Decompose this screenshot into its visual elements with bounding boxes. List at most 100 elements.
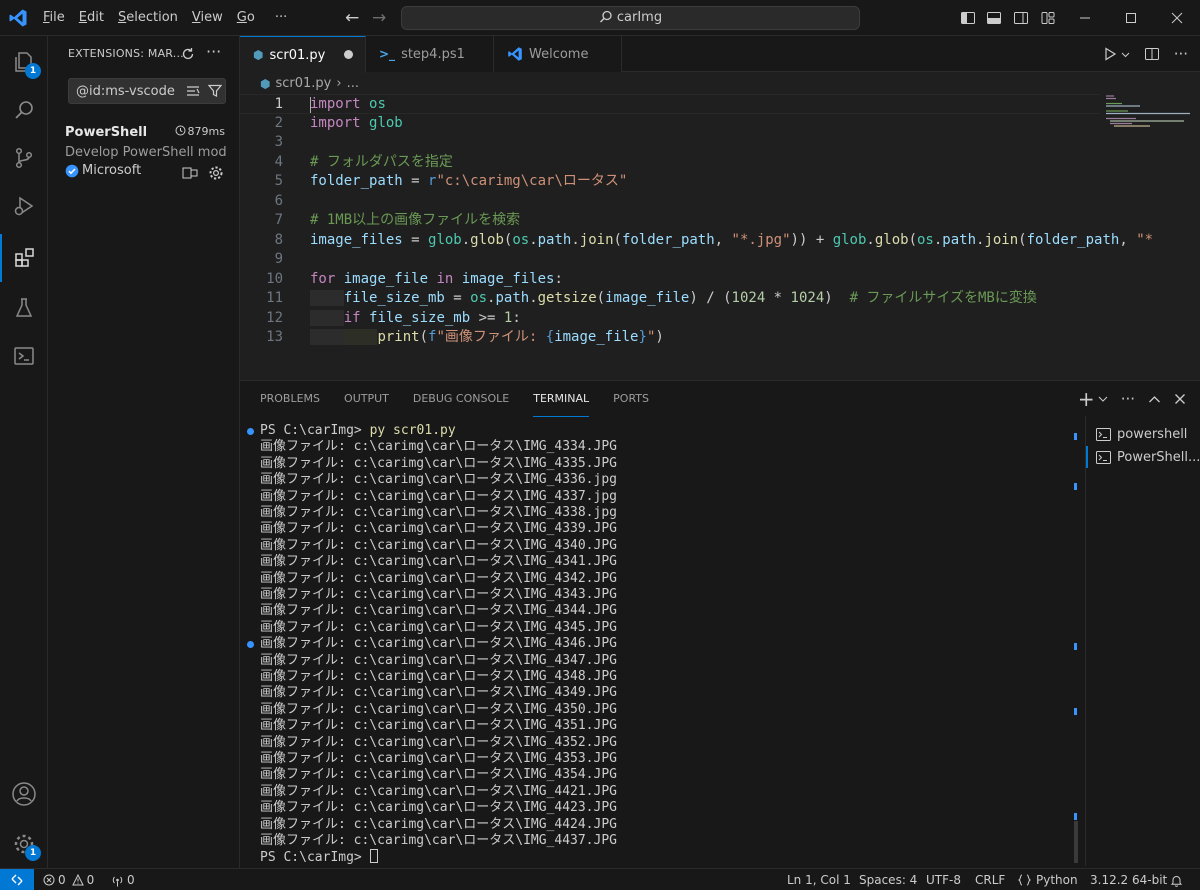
tab-step4-ps1[interactable]: >_ step4.ps1 [366, 36, 494, 72]
code-line[interactable]: 12 if file_size_mb >= 1: [240, 309, 1100, 329]
code-line[interactable]: 13 print(f"画像ファイル: {image_file}") [240, 328, 1100, 348]
vscode-logo-icon[interactable] [8, 8, 28, 28]
code-line[interactable]: 10 for image_file in image_files: [240, 270, 1100, 290]
menu-more-icon[interactable]: ··· [268, 0, 294, 36]
code-token: glob [470, 231, 504, 248]
python-interpreter[interactable]: 3.12.2 64-bit [1090, 869, 1167, 890]
output-prefix: 画像ファイル: c:\carimg\car\ロータス\ [260, 505, 524, 520]
code-line[interactable]: 3 [240, 133, 1100, 153]
accounts-button[interactable] [0, 770, 48, 818]
terminal-list-item-powershell[interactable]: powershell [1086, 423, 1200, 445]
manage-extension-gear-icon[interactable] [208, 165, 224, 181]
cursor-position[interactable]: Ln 1, Col 1 [787, 869, 851, 890]
terminal-output[interactable]: PS C:\carImg> py scr01.py 画像ファイル: c:\cari… [240, 423, 1080, 865]
run-python-icon[interactable] [1103, 47, 1117, 61]
tab-welcome[interactable]: Welcome [494, 36, 622, 72]
extension-list-item[interactable]: PowerShell 879ms Develop PowerShell mod.… [48, 120, 239, 180]
source-control-button[interactable] [0, 134, 48, 182]
run-debug-button[interactable] [0, 182, 48, 230]
more-actions-icon[interactable]: ··· [206, 42, 221, 61]
forward-arrow-icon[interactable]: → [372, 9, 386, 27]
remote-indicator-icon[interactable] [182, 167, 198, 179]
encoding-status[interactable]: UTF-8 [926, 869, 961, 890]
code-line[interactable]: 7 # 1MB以上の画像ファイルを検索 [240, 211, 1100, 231]
extensions-button[interactable] [0, 234, 48, 282]
code-line[interactable]: 8 image_files = glob.glob(os.path.join(fo… [240, 231, 1153, 251]
code-token: glob [832, 231, 867, 248]
terminal-dropdown-chevron-icon[interactable] [1098, 394, 1108, 404]
split-editor-icon[interactable] [1144, 46, 1160, 62]
toggle-panel-icon[interactable] [986, 10, 1002, 26]
menu-item-0[interactable]: File [36, 0, 72, 36]
search-view-button[interactable] [0, 86, 48, 134]
code-line[interactable]: 11 file_size_mb = os.path.getsize(image_… [240, 289, 1100, 309]
tab-debug-console[interactable]: DEBUG CONSOLE [413, 381, 509, 417]
close-panel-icon[interactable] [1174, 393, 1186, 405]
menu-item-3[interactable]: View [185, 0, 230, 36]
back-arrow-icon[interactable]: ← [345, 9, 359, 27]
code-token: image_file [554, 329, 639, 345]
terminal-prompt: PS C:\carImg> [260, 423, 370, 438]
tab-problems[interactable]: PROBLEMS [260, 381, 320, 417]
code-line[interactable]: 2 import glob [240, 114, 1100, 134]
code-token: ( [419, 329, 429, 345]
output-filename: IMG_4343.JPG [523, 587, 617, 602]
refresh-icon[interactable] [181, 47, 195, 61]
breadcrumb-file[interactable]: scr01.py [275, 76, 331, 91]
run-dropdown-chevron-icon[interactable] [1121, 50, 1130, 59]
ports-status[interactable]: 0 [111, 869, 135, 890]
panel-more-icon[interactable]: ··· [1121, 390, 1135, 408]
breadcrumb-symbol[interactable]: ... [347, 76, 359, 91]
language-mode[interactable]: Python [1018, 869, 1078, 890]
minimap[interactable] [1100, 94, 1200, 354]
toggle-secondary-sidebar-icon[interactable] [1013, 10, 1029, 26]
tab-scr01-py[interactable]: ⬢ scr01.py [240, 36, 366, 73]
code-editor[interactable]: 1 import os 2 import glob 3 4 # フォルダパスを指定 5 fold… [240, 94, 1153, 354]
editor-more-icon[interactable]: ··· [1174, 45, 1188, 63]
customize-layout-icon[interactable] [1040, 10, 1056, 26]
code-line[interactable]: 6 [240, 192, 1100, 212]
problems-status[interactable]: 0 0 [43, 869, 94, 890]
explorer-button[interactable]: 1 [0, 38, 48, 86]
code-token: path [537, 231, 572, 248]
code-token: os [917, 231, 934, 248]
command-center-search[interactable]: carImg [401, 6, 860, 30]
terminal-line: 画像ファイル: c:\carimg\car\ロータス\IMG_4349.JPG [260, 685, 617, 701]
output-filename: IMG_4335.JPG [523, 455, 617, 471]
output-prefix: 画像ファイル: c:\carimg\car\ロータス\ [260, 455, 524, 471]
tab-terminal[interactable]: TERMINAL [533, 381, 590, 417]
code-line[interactable]: 1 import os [240, 94, 1100, 114]
new-terminal-plus-icon[interactable]: + [1078, 389, 1095, 409]
notifications-bell-icon[interactable] [1170, 869, 1186, 890]
eol-status[interactable]: CRLF [975, 869, 1005, 890]
filter-icon[interactable] [208, 84, 222, 98]
terminal-list-item-powershell-extension[interactable]: PowerShell... [1086, 446, 1200, 468]
remote-indicator-button[interactable] [0, 869, 34, 890]
code-token: ) [824, 290, 850, 306]
command-decoration-dot-icon[interactable] [247, 641, 254, 649]
maximize-panel-chevron-up-icon[interactable] [1148, 393, 1161, 406]
indentation-status[interactable]: Spaces: 4 [859, 869, 917, 890]
code-token: "*.jpg" [731, 231, 791, 248]
code-token: glob [874, 231, 909, 248]
testing-button[interactable] [0, 284, 48, 332]
tab-ports[interactable]: PORTS [613, 381, 649, 417]
code-line[interactable]: 9 [240, 250, 1100, 270]
close-window-button[interactable] [1154, 0, 1200, 36]
clear-filter-icon[interactable] [186, 85, 200, 97]
maximize-button[interactable] [1108, 0, 1154, 36]
menu-item-1[interactable]: Edit [72, 0, 111, 36]
manage-button[interactable]: 1 [0, 820, 48, 868]
code-line[interactable]: 4 # フォルダパスを指定 [240, 153, 1100, 173]
extension-search-input[interactable]: @id:ms-vscode.p [68, 78, 226, 104]
minimize-button[interactable] [1062, 0, 1108, 36]
code-line[interactable]: 5 folder_path = r"c:\carimg\car\ロータス" [240, 172, 1100, 192]
menu-item-4[interactable]: Go [230, 0, 262, 36]
menu-item-2[interactable]: Selection [111, 0, 185, 36]
toggle-primary-sidebar-icon[interactable] [960, 10, 976, 26]
powershell-view-button[interactable] [0, 332, 48, 380]
code-token: 1024 [790, 290, 825, 306]
code-token: ( [613, 231, 622, 248]
tab-output[interactable]: OUTPUT [344, 381, 389, 417]
command-decoration-dot-icon[interactable] [247, 428, 254, 435]
